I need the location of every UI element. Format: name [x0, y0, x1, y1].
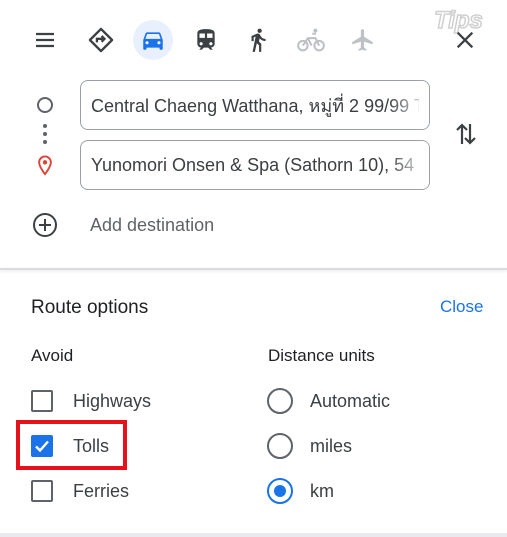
ferries-checkbox[interactable] — [31, 480, 53, 502]
origin-input[interactable] — [81, 81, 429, 129]
section-divider — [0, 268, 507, 270]
miles-radio[interactable] — [267, 433, 293, 459]
transit-icon[interactable] — [186, 20, 226, 60]
km-radio[interactable] — [267, 478, 293, 504]
add-circle-icon — [32, 212, 58, 243]
ferries-label: Ferries — [73, 480, 130, 501]
destination-input-field[interactable] — [80, 140, 430, 190]
units-km-option[interactable]: km — [267, 476, 334, 506]
automatic-radio[interactable] — [267, 388, 293, 414]
miles-label: miles — [310, 435, 353, 456]
units-automatic-option[interactable]: Automatic — [267, 386, 390, 416]
avoid-highways-option[interactable]: Highways — [31, 386, 151, 416]
swap-direction-icon[interactable] — [452, 118, 480, 150]
origin-circle-icon — [37, 97, 53, 113]
route-options-close-link[interactable]: Close — [440, 297, 483, 317]
destination-input[interactable] — [81, 141, 429, 189]
route-dots-icon — [43, 124, 47, 148]
origin-input-field[interactable] — [80, 80, 430, 130]
highways-label: Highways — [73, 390, 152, 411]
tolls-highlight-box — [16, 420, 127, 470]
units-miles-option[interactable]: miles — [267, 431, 352, 461]
menu-icon[interactable] — [25, 20, 65, 60]
avoid-heading: Avoid — [31, 346, 74, 365]
walking-icon[interactable] — [238, 20, 278, 60]
close-icon[interactable] — [445, 20, 485, 60]
destination-pin-icon — [36, 155, 54, 182]
automatic-label: Automatic — [310, 390, 391, 411]
bottom-divider — [0, 533, 507, 537]
add-destination-button[interactable]: Add destination — [0, 204, 507, 246]
flight-icon[interactable] — [343, 20, 383, 60]
travel-mode-toolbar — [0, 0, 507, 82]
highways-checkbox[interactable] — [31, 390, 53, 412]
distance-units-heading: Distance units — [268, 346, 375, 365]
avoid-ferries-option[interactable]: Ferries — [31, 476, 129, 506]
cycling-icon[interactable] — [291, 20, 331, 60]
km-label: km — [310, 480, 334, 501]
best-route-icon[interactable] — [81, 20, 121, 60]
route-options-title: Route options — [31, 297, 149, 318]
add-destination-label: Add destination — [90, 215, 215, 235]
driving-icon[interactable] — [133, 20, 173, 60]
